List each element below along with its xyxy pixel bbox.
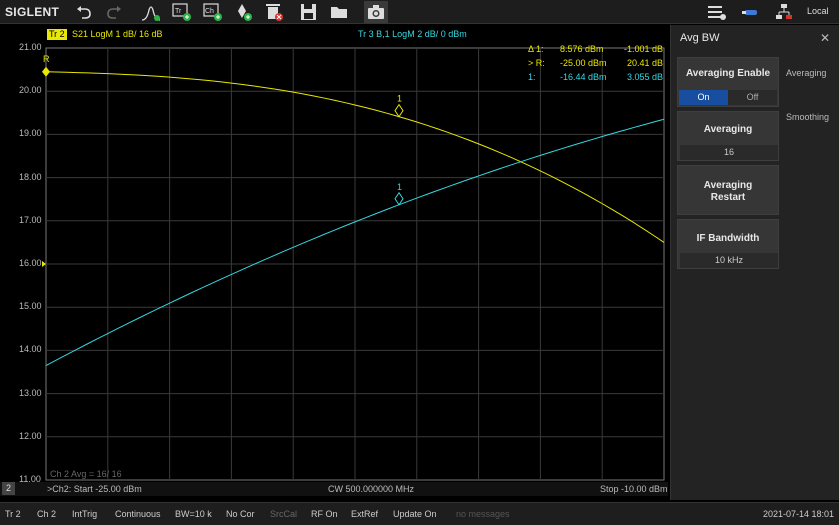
trace-2-description[interactable]: S21 LogM 1 dB/ 16 dB bbox=[72, 29, 163, 40]
marker-table-row[interactable]: 1: -16.44 dBm 3.055 dB bbox=[520, 72, 665, 86]
avg-bw-panel: Avg BW ✕ Averaging Enable On Off Averagi… bbox=[670, 25, 839, 500]
tab-averaging[interactable]: Averaging bbox=[786, 68, 826, 78]
reference-marker[interactable] bbox=[42, 66, 50, 77]
open-folder-icon[interactable] bbox=[328, 1, 352, 23]
averaging-restart-line1: Averaging bbox=[703, 180, 753, 191]
svg-text:Tr: Tr bbox=[175, 8, 182, 15]
sweep-stop[interactable]: Stop -10.00 dBm bbox=[600, 484, 668, 494]
save-icon[interactable] bbox=[297, 1, 321, 23]
averaging-card[interactable]: Averaging 16 bbox=[677, 111, 779, 161]
bottom-channel[interactable]: Ch 2 bbox=[37, 509, 56, 519]
averaging-enable-title: Averaging Enable bbox=[685, 68, 771, 79]
vna-app: SIGLENT Tr Ch Local Tr 2 S21 LogM 1 dB/ … bbox=[0, 0, 839, 525]
tab-smoothing[interactable]: Smoothing bbox=[786, 112, 829, 122]
marker-row-stimulus: 8.576 dBm bbox=[560, 44, 604, 54]
channel-badge[interactable]: 2 bbox=[2, 482, 15, 495]
svg-text:Ch: Ch bbox=[205, 8, 214, 15]
plot-area[interactable]: 1 1 R Ch 2 Avg = 16/ 16 bbox=[0, 42, 668, 498]
bottom-update[interactable]: Update On bbox=[393, 509, 437, 519]
y-axis-label: 21.00 bbox=[19, 42, 42, 52]
bottom-trigger-source[interactable]: IntTrig bbox=[72, 509, 97, 519]
bottom-ext-ref[interactable]: ExtRef bbox=[351, 509, 378, 519]
delete-icon[interactable] bbox=[262, 1, 286, 23]
redo-icon[interactable] bbox=[102, 1, 126, 23]
marker-row-response: 3.055 dB bbox=[626, 72, 663, 82]
trace-header: Tr 2 S21 LogM 1 dB/ 16 dB Tr 3 B,1 LogM … bbox=[0, 28, 665, 42]
sweep-status-line: >Ch2: Start -25.00 dBm CW 500.000000 MHz… bbox=[0, 482, 668, 496]
sweep-center[interactable]: CW 500.000000 MHz bbox=[328, 484, 414, 494]
bottom-bandwidth[interactable]: BW=10 k bbox=[175, 509, 212, 519]
marker-1-cyan[interactable] bbox=[394, 191, 404, 206]
panel-title: Avg BW bbox=[680, 32, 720, 44]
bottom-correction[interactable]: No Cor bbox=[226, 509, 255, 519]
marker-search-icon[interactable] bbox=[139, 1, 163, 23]
toolbar: SIGLENT Tr Ch Local bbox=[0, 0, 839, 24]
if-bandwidth-field[interactable]: 10 kHz bbox=[680, 253, 778, 268]
marker-row-label: Δ 1: bbox=[528, 44, 544, 54]
marker-table-row[interactable]: > R: -25.00 dBm 20.41 dB bbox=[520, 58, 665, 72]
plot-grid: 1 1 R Ch 2 Avg = 16/ 16 bbox=[42, 47, 665, 481]
averaging-on-button[interactable]: On bbox=[679, 90, 728, 105]
marker-row-response: -1.001 dB bbox=[623, 44, 663, 54]
y-axis-label: 20.00 bbox=[19, 85, 42, 96]
marker-row-stimulus: -25.00 dBm bbox=[560, 58, 607, 68]
brand-logo: SIGLENT bbox=[5, 5, 60, 19]
bottom-rf-on[interactable]: RF On bbox=[311, 509, 338, 519]
bottom-status-bar: Tr 2 Ch 2 IntTrig Continuous BW=10 k No … bbox=[0, 502, 839, 525]
if-bandwidth-title: IF Bandwidth bbox=[696, 233, 760, 244]
averaging-enable-card[interactable]: Averaging Enable On Off bbox=[677, 57, 779, 107]
marker-1-yellow-label: 1 bbox=[397, 94, 402, 104]
reference-marker-label: R bbox=[43, 54, 50, 64]
averaging-restart-button[interactable]: Averaging Restart bbox=[677, 165, 779, 215]
y-axis-label: 16.00 bbox=[19, 258, 42, 268]
marker-row-response: 20.41 dB bbox=[626, 58, 663, 68]
y-axis-label: 17.00 bbox=[19, 214, 42, 225]
network-icon bbox=[772, 1, 796, 23]
marker-1-yellow[interactable] bbox=[394, 103, 404, 118]
marker-table-row[interactable]: Δ 1: 8.576 dBm -1.001 dB bbox=[520, 44, 665, 58]
usb-icon bbox=[738, 1, 762, 23]
bottom-trace[interactable]: Tr 2 bbox=[5, 509, 21, 519]
add-channel-icon[interactable]: Ch bbox=[201, 1, 225, 23]
bottom-datetime: 2021-07-14 18:01 bbox=[763, 509, 835, 519]
bottom-trigger-mode[interactable]: Continuous bbox=[115, 509, 161, 519]
marker-1-cyan-label: 1 bbox=[397, 182, 402, 192]
y-axis-label: 15.00 bbox=[19, 301, 42, 312]
bottom-srccal[interactable]: SrcCal bbox=[270, 509, 297, 519]
y-axis-label: 19.00 bbox=[19, 128, 42, 139]
averaging-off-button[interactable]: Off bbox=[728, 90, 777, 105]
y-axis-label: 14.00 bbox=[19, 344, 42, 355]
local-label: Local bbox=[807, 6, 829, 16]
marker-table: Δ 1: 8.576 dBm -1.001 dB > R: -25.00 dBm 20.4… bbox=[520, 44, 665, 86]
averaging-title: Averaging bbox=[703, 124, 753, 135]
add-trace-icon[interactable]: Tr bbox=[170, 1, 194, 23]
marker-row-stimulus: -16.44 dBm bbox=[560, 72, 607, 82]
if-bandwidth-card[interactable]: IF Bandwidth 10 kHz bbox=[677, 219, 779, 269]
marker-row-label: > R: bbox=[528, 58, 545, 68]
bottom-messages: no messages bbox=[456, 509, 510, 519]
trace-3-description[interactable]: Tr 3 B,1 LogM 2 dB/ 0 dBm bbox=[358, 29, 467, 40]
close-icon[interactable]: ✕ bbox=[820, 31, 830, 45]
marker-row-label: 1: bbox=[528, 72, 536, 82]
averaging-restart-line2: Restart bbox=[710, 192, 746, 203]
camera-icon[interactable] bbox=[364, 1, 388, 23]
trace-2-badge[interactable]: Tr 2 bbox=[47, 29, 67, 40]
averaging-status: Ch 2 Avg = 16/ 16 bbox=[50, 469, 122, 479]
layout-icon[interactable] bbox=[704, 1, 728, 23]
sweep-start[interactable]: >Ch2: Start -25.00 dBm bbox=[47, 484, 142, 494]
y-axis-label: 18.00 bbox=[19, 171, 42, 182]
y-axis-label: 12.00 bbox=[19, 430, 42, 441]
y-axis-label: 13.00 bbox=[19, 387, 42, 398]
undo-icon[interactable] bbox=[72, 1, 96, 23]
add-marker-icon[interactable] bbox=[232, 1, 256, 23]
averaging-count-field[interactable]: 16 bbox=[680, 145, 778, 160]
